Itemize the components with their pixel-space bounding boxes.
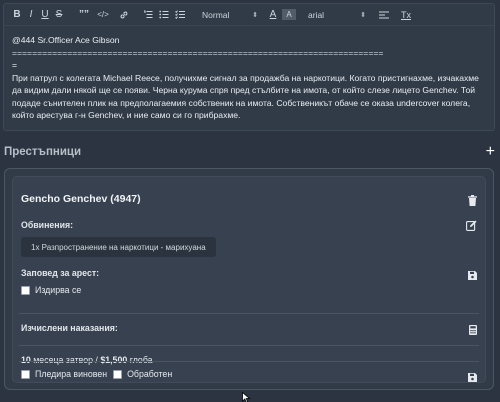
prison-unit: месеца затвор / [33,355,98,365]
checklist-icon[interactable] [172,7,188,23]
calculator-icon[interactable] [469,322,477,340]
suspect-card-inner: Gencho Genchev (4947) Обвинения: 1x Разп… [12,176,486,383]
processed-label: Обработен [127,369,173,379]
bullet-list-icon[interactable] [156,7,172,23]
fine-unit: глоба [129,355,153,365]
strike-button[interactable]: S [52,7,66,23]
trash-icon[interactable] [468,193,477,211]
processed-checkbox[interactable] [113,369,123,379]
align-icon[interactable] [376,7,392,23]
section-title: Престъпници [4,146,82,158]
prison-months: 10 [21,355,31,365]
edit-icon[interactable] [466,218,477,236]
editor-toolbar: B I U S ”” </> Normal ⬍ A A arial ⬍ Tx [4,4,494,26]
bg-color-button[interactable]: A [282,9,296,20]
ordered-list-icon[interactable] [140,7,156,23]
code-button[interactable]: </> [94,7,112,23]
wanted-label: Издирва се [35,285,82,295]
chevron-updown-icon: ⬍ [360,11,366,19]
penalty-summary: 10 месеца затвор / $1,500 глоба [21,355,153,365]
wanted-checkbox[interactable] [21,285,30,295]
add-suspect-button[interactable]: + [486,144,495,160]
penalties-label: Изчислени наказания: [21,323,118,333]
guilty-label: Пледира виновен [35,369,108,379]
suspect-name: Gencho Genchev (4947) [21,193,141,205]
link-icon[interactable] [116,7,132,23]
save-icon[interactable] [468,267,477,285]
report-editor[interactable]: B I U S ”” </> Normal ⬍ A A arial ⬍ Tx @… [3,3,495,131]
editor-separator-end: = [12,60,18,70]
suspect-card: Gencho Genchev (4947) Обвинения: 1x Разп… [4,168,494,390]
bold-button[interactable]: B [10,7,24,23]
underline-button[interactable]: U [38,7,52,23]
chevron-updown-icon: ⬍ [252,11,258,19]
editor-content[interactable]: @444 Sr.Officer Ace Gibson =============… [4,26,494,122]
heading-select-value: Normal [202,9,230,20]
quote-button[interactable]: ”” [74,7,94,23]
wanted-row: Издирва се [21,285,81,295]
guilty-checkbox[interactable] [21,369,30,379]
charge-item: 1x Разпространение на наркотици - мариху… [21,237,216,257]
fine-amount: $1,500 [100,355,128,365]
text-color-button[interactable]: A [266,7,280,23]
mouse-cursor-icon [242,392,251,402]
editor-line-header: @444 Sr.Officer Ace Gibson [12,35,120,45]
italic-button[interactable]: I [24,7,38,23]
heading-select[interactable]: Normal ⬍ [202,7,258,23]
plea-row: Пледира виновен Обработен [21,369,172,379]
divider [19,361,479,362]
editor-paragraph: При патрул с колегата Michael Reece, пол… [12,72,479,121]
charges-label: Обвинения: [21,220,74,230]
divider [19,313,479,314]
divider [19,345,479,346]
editor-separator: ========================================… [12,47,384,58]
save-icon[interactable] [468,369,477,387]
clear-format-button[interactable]: Tx [398,7,414,23]
font-select-value: arial [308,9,325,20]
warrant-label: Заповед за арест: [21,268,100,278]
font-select[interactable]: arial ⬍ [308,7,366,23]
